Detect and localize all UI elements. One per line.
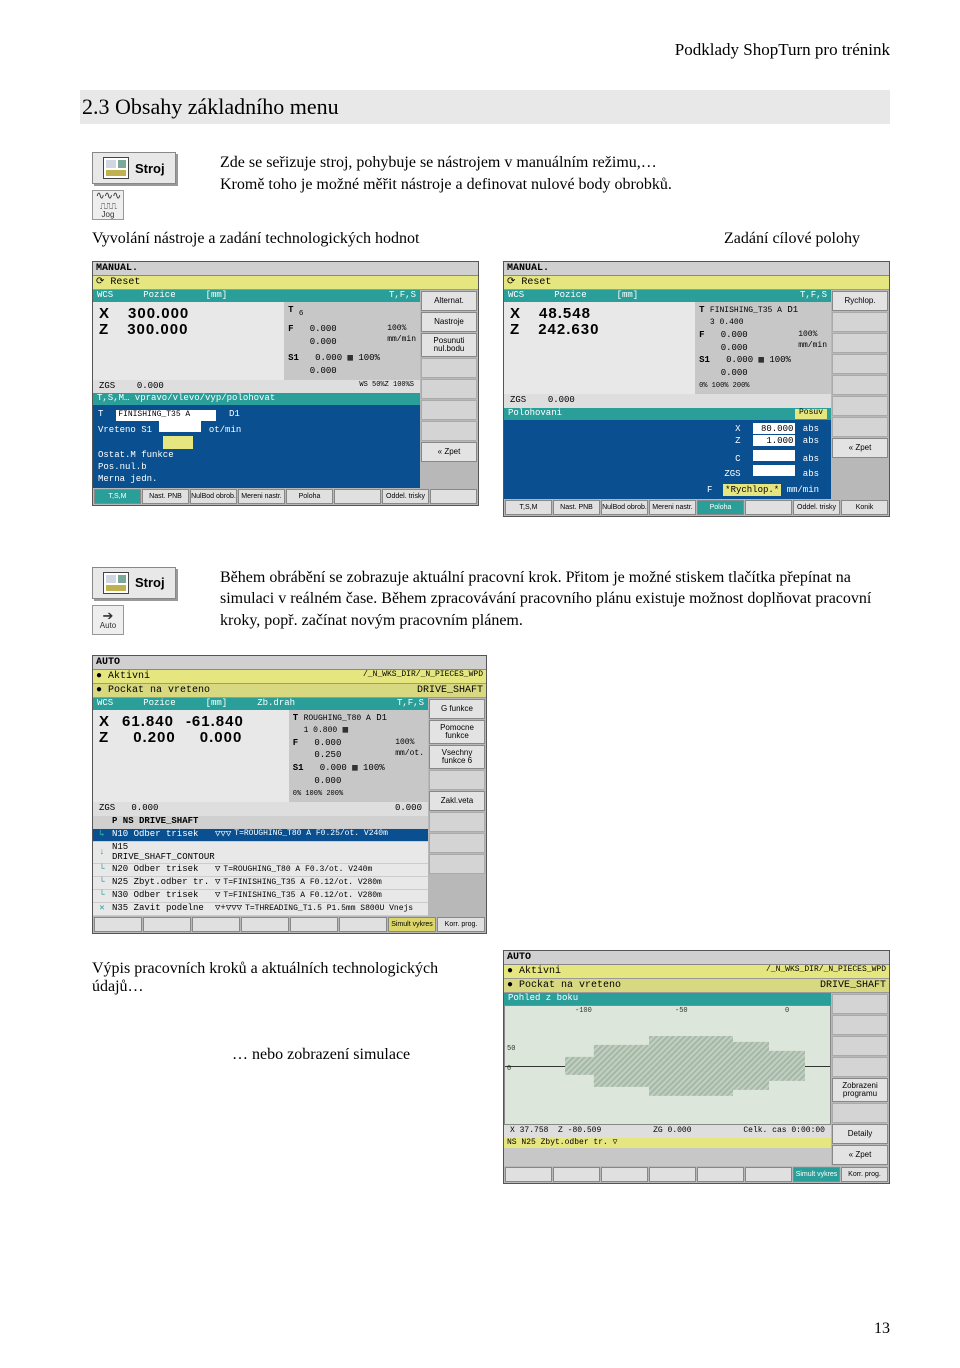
shot3-title: AUTO <box>96 657 120 668</box>
jog-mode-icon[interactable]: ∿∿∿ ⎍⎍⎍ Jog <box>92 190 124 220</box>
simulation-canvas: -100 -50 0 50 0 <box>504 1005 831 1125</box>
hkey-mereni[interactable]: Mereni nastr. <box>238 489 285 504</box>
paragraph-1: Zde se seřizuje stroj, pohybuje se nástr… <box>220 152 890 195</box>
hkey-oddel[interactable]: Oddel. trisky <box>793 500 840 515</box>
stroj-label: Stroj <box>135 575 165 590</box>
shot1-title: MANUAL. <box>96 263 138 274</box>
prog-row[interactable]: ✕N35 Zavit podelne▽+▽▽▽T=THREADING_T1.5 … <box>93 903 428 916</box>
hkey-pnb[interactable]: Nast. PNB <box>553 500 600 515</box>
hkey-simult[interactable]: Simult vykres <box>388 917 436 932</box>
tsm-panel: T FINISHING_T35 A D1 Vreteno S1 ot/min O… <box>93 405 420 488</box>
softkey-zpet[interactable]: « Zpet <box>421 442 477 462</box>
softkey-blank <box>421 358 477 378</box>
softkey-detaily[interactable]: Detaily <box>832 1124 888 1144</box>
prog-row[interactable]: └N20 Odber trisek▽T=ROUGHING_T80 A F0.3/… <box>93 864 428 877</box>
hkey-konik[interactable]: Konik <box>841 500 888 515</box>
hkey-tsm[interactable]: T,S,M <box>94 489 141 504</box>
softkey-blank <box>421 421 477 441</box>
stroj-button[interactable]: Stroj <box>92 152 176 184</box>
hkey-blank <box>430 489 477 504</box>
cnc-screenshot-simulation: AUTO ● Aktivni/_N_WKS_DIR/_N_PIECES_WPD … <box>503 950 890 1184</box>
caption-simulation: … nebo zobrazení simulace <box>232 1046 479 1064</box>
softkey-posunuti[interactable]: Posunuti nul.bodu <box>421 333 477 357</box>
prog-row[interactable]: └N30 Odber trisek▽T=FINISHING_T35 A F0.1… <box>93 890 428 903</box>
softkey-nastroje[interactable]: Nastroje <box>421 312 477 332</box>
x-value: 48.548 <box>539 305 591 322</box>
pohled-label: Pohled z boku <box>508 994 578 1004</box>
cnc-screenshot-tsm: MANUAL. ⟳ Reset WCSPozice[mm] T,F,S X 30… <box>92 261 479 506</box>
softkey-vsechny[interactable]: Vsechny funkce 6 <box>429 745 485 769</box>
softkey-gfunkce[interactable]: G funkce <box>429 699 485 719</box>
softkey-rychlop[interactable]: Rychlop. <box>832 291 888 311</box>
z-label: Z <box>99 321 109 338</box>
shot1-reset: ⟳ <box>96 277 110 288</box>
softkey-alternat[interactable]: Alternat. <box>421 291 477 311</box>
hkey-simult[interactable]: Simult vykres <box>793 1167 840 1182</box>
caption-steplist: Výpis pracovních kroků a aktuálních tech… <box>92 960 479 996</box>
hkey-blank <box>334 489 381 504</box>
horizontal-softkeys: T,S,M Nast. PNB NulBod obrob. Mereni nas… <box>93 488 478 505</box>
hkey-nulbod[interactable]: NulBod obrob. <box>601 500 648 515</box>
softkey-blank <box>421 379 477 399</box>
shot2-title: MANUAL. <box>507 263 549 274</box>
softkey-zpet[interactable]: « Zpet <box>832 1145 888 1165</box>
auto-mode-icon[interactable]: ➔ Auto <box>92 605 124 635</box>
program-list: P NS DRIVE_SHAFT ↳N10 Odber trisek▽▽▽T=R… <box>93 816 428 916</box>
position-panel: X 80.000 abs Z 1.000 abs C abs ZGS abs F… <box>504 420 831 499</box>
hkey-mereni[interactable]: Mereni nastr. <box>649 500 696 515</box>
hkey-korr[interactable]: Korr. prog. <box>437 917 485 932</box>
reset-label: Reset <box>110 277 140 288</box>
z-value: 300.000 <box>127 321 188 338</box>
caption-position: Zadání cílové polohy <box>488 230 890 248</box>
jog-label: Jog <box>102 211 115 219</box>
hkey-pnb[interactable]: Nast. PNB <box>142 489 189 504</box>
stroj-button-2[interactable]: Stroj <box>92 567 176 599</box>
cnc-screenshot-auto-list: AUTO ● Aktivni/_N_WKS_DIR/_N_PIECES_WPD … <box>92 655 487 934</box>
softkey-zpet[interactable]: « Zpet <box>832 438 888 458</box>
prog-row[interactable]: ↓N15 DRIVE_SHAFT_CONTOUR <box>93 842 428 865</box>
doc-header: Podklady ShopTurn pro trénink <box>80 40 890 60</box>
hkey-korr[interactable]: Korr. prog. <box>841 1167 888 1182</box>
softkey-blank <box>421 400 477 420</box>
caption-tsm: Vyvolání nástroje a zadání technologický… <box>92 230 464 248</box>
stroj-label: Stroj <box>135 161 165 176</box>
x-label: X <box>99 305 110 322</box>
section-heading: 2.3 Obsahy základního menu <box>80 90 890 124</box>
softkey-zobrazeni[interactable]: Zobrazeni programu <box>832 1078 888 1102</box>
hkey-poloha[interactable]: Poloha <box>286 489 333 504</box>
paragraph-2: Během obrábění se zobrazuje aktuální pra… <box>220 567 890 632</box>
para1-line2: Kromě toho je možné měřit nástroje a def… <box>220 174 890 196</box>
hkey-nulbod[interactable]: NulBod obrob. <box>190 489 237 504</box>
current-prog-row: NS N25 Zbyt.odber tr. ▽ <box>504 1138 831 1149</box>
hkey-oddel[interactable]: Oddel. trisky <box>382 489 429 504</box>
x-value: 300.000 <box>128 305 189 322</box>
workpiece-shape <box>565 1036 805 1096</box>
machine-icon <box>103 157 129 179</box>
vertical-softkeys: Alternat. Nastroje Posunuti nul.bodu « Z… <box>420 290 478 488</box>
para1-line1: Zde se seřizuje stroj, pohybuje se nástr… <box>220 152 890 174</box>
cnc-screenshot-position: MANUAL. ⟳ Reset WCSPozice[mm]T,F,S X 48.… <box>503 261 890 517</box>
tsm-bar: T,S,M… vpravo/vlevo/vyp/polohovat <box>97 394 275 404</box>
softkey-zaklveta[interactable]: Zakl.veta <box>429 791 485 811</box>
softkey-pomocne[interactable]: Pomocne funkce <box>429 720 485 744</box>
reset-label: Reset <box>521 277 551 288</box>
prog-row[interactable]: ↳N10 Odber trisek▽▽▽T=ROUGHING_T80 A F0.… <box>93 829 428 842</box>
hkey-tsm[interactable]: T,S,M <box>505 500 552 515</box>
z-value: 242.630 <box>538 321 599 338</box>
machine-icon <box>103 572 129 594</box>
page-number: 13 <box>874 1320 890 1338</box>
auto-label: Auto <box>100 622 116 630</box>
hkey-poloha[interactable]: Poloha <box>697 500 744 515</box>
pos-header: WCSPozice[mm] T,F,S <box>93 290 420 302</box>
polohovani-bar: Polohovani <box>508 409 562 419</box>
prog-row[interactable]: └N25 Zbyt.odber tr.▽T=FINISHING_T35 A F0… <box>93 877 428 890</box>
